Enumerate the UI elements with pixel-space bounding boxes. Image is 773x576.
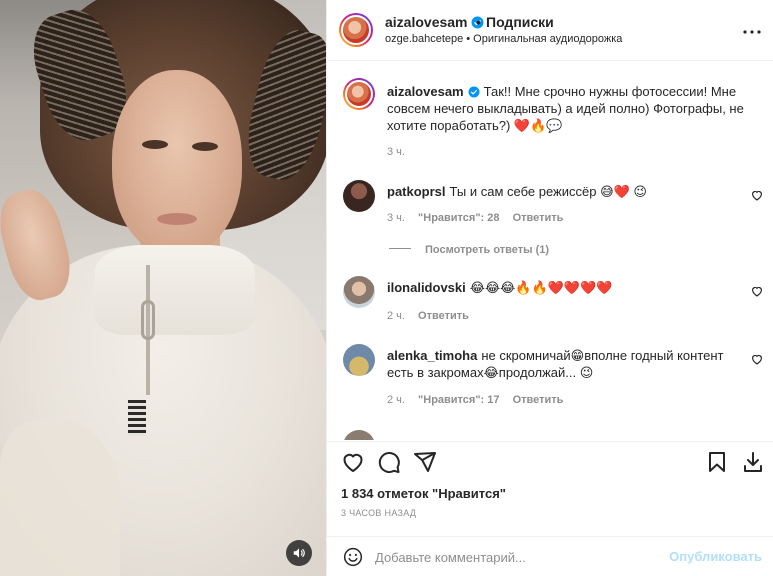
- left-eye: [142, 140, 168, 149]
- comment-input[interactable]: [375, 545, 675, 569]
- smile-icon[interactable]: [343, 547, 363, 567]
- comment-time[interactable]: 2 ч.: [387, 310, 405, 322]
- comment-body: alenka_timoha не скромничай😁вполне годный…: [387, 347, 734, 381]
- comment-author-avatar[interactable]: [343, 180, 375, 212]
- cushion: [0, 420, 120, 576]
- add-comment-bar: Опубликовать: [327, 536, 773, 576]
- right-eye: [192, 142, 218, 151]
- lips: [157, 213, 197, 225]
- post-actions-bar: [327, 441, 773, 481]
- following-button[interactable]: Подписки: [486, 14, 554, 30]
- comment-meta: 2 ч. "Нравится": 17 Ответить: [387, 394, 573, 406]
- comment-likes-count[interactable]: "Нравится": 17: [418, 394, 499, 406]
- comment-author-avatar[interactable]: [343, 276, 375, 308]
- face: [112, 70, 242, 255]
- heart-icon[interactable]: [750, 188, 764, 202]
- author-avatar[interactable]: [339, 13, 373, 47]
- zipper-pull: [141, 300, 155, 340]
- comment-likes-count[interactable]: "Нравится": 28: [418, 212, 499, 224]
- comment-author[interactable]: patkoprsl: [387, 184, 446, 199]
- audio-info[interactable]: ozge.bahcetepe • Оригинальная аудиодорожка: [385, 33, 625, 45]
- comment-author[interactable]: alenka_timoha: [387, 348, 477, 363]
- audio-title[interactable]: Оригинальная аудиодорожка: [473, 33, 622, 45]
- author-username-text[interactable]: aizalovesam: [385, 14, 468, 30]
- download-icon[interactable]: [741, 450, 765, 474]
- view-replies-button[interactable]: Посмотреть ответы (1): [389, 244, 549, 256]
- speaker-icon: [293, 548, 305, 558]
- likes-count[interactable]: 1 834 отметок "Нравится": [341, 486, 506, 501]
- comment-time[interactable]: 2 ч.: [387, 394, 405, 406]
- caption-meta: 3 ч.: [387, 146, 415, 158]
- caption-time[interactable]: 3 ч.: [387, 146, 405, 158]
- comment-body: patkoprsl Ты и сам себе режиссёр 😅❤️ 😉: [387, 183, 734, 200]
- audio-toggle-button[interactable]: [286, 540, 312, 566]
- comment-time[interactable]: 3 ч.: [387, 212, 405, 224]
- audio-author[interactable]: ozge.bahcetepe: [385, 33, 463, 45]
- hoodie-label: [128, 400, 146, 436]
- header-separator: •: [476, 14, 481, 30]
- more-horizontal-icon: [743, 30, 761, 34]
- hoodie-collar: [95, 245, 255, 335]
- caption-author-avatar[interactable]: [343, 78, 375, 110]
- comment-body: ilonalidovski 😂😂😂🔥🔥❤️❤️❤️❤️: [387, 279, 734, 296]
- comment-author-avatar[interactable]: [343, 430, 375, 440]
- comment-author[interactable]: ilonalidovski: [387, 280, 466, 295]
- author-username[interactable]: aizalovesam: [385, 14, 484, 30]
- comment-author-avatar[interactable]: [343, 344, 375, 376]
- reply-button[interactable]: Ответить: [513, 212, 564, 224]
- caption-body: aizalovesam Так!! Мне срочно нужны фотос…: [387, 83, 744, 134]
- audio-separator: •: [466, 33, 471, 45]
- reply-button[interactable]: Ответить: [513, 394, 564, 406]
- post-timestamp[interactable]: 3 ЧАСОВ НАЗАД: [341, 508, 416, 518]
- publish-button[interactable]: Опубликовать: [669, 549, 762, 564]
- post-header: aizalovesam • Подписки ozge.bahcetepe • Ор…: [327, 0, 773, 61]
- post-video[interactable]: [0, 0, 326, 576]
- heart-icon[interactable]: [750, 284, 764, 298]
- caption-author[interactable]: aizalovesam: [387, 84, 464, 99]
- comment-meta: 2 ч. Ответить: [387, 310, 479, 322]
- post-details-panel: aizalovesam • Подписки ozge.bahcetepe • Ор…: [326, 0, 773, 576]
- verified-badge-icon: [468, 86, 480, 98]
- share-icon[interactable]: [413, 450, 437, 474]
- comment-icon[interactable]: [377, 450, 401, 474]
- comments-list[interactable]: aizalovesam Так!! Мне срочно нужны фотос…: [327, 62, 773, 440]
- reply-button[interactable]: Ответить: [418, 310, 469, 322]
- comment-text: 😂😂😂🔥🔥❤️❤️❤️❤️: [469, 280, 613, 295]
- more-options-button[interactable]: [742, 22, 762, 42]
- bookmark-icon[interactable]: [705, 450, 729, 474]
- heart-icon[interactable]: [341, 450, 365, 474]
- comment-text: Ты и сам себе режиссёр 😅❤️ 😉: [449, 184, 647, 199]
- heart-icon[interactable]: [750, 352, 764, 366]
- comment-meta: 3 ч. "Нравится": 28 Ответить: [387, 212, 573, 224]
